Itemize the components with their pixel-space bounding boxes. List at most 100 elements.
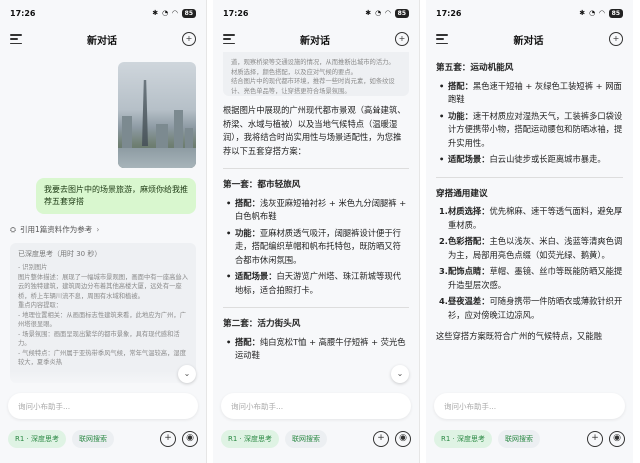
new-chat-icon[interactable]: + <box>609 32 623 46</box>
divider <box>436 176 623 178</box>
list-item: 功能：亚麻材质透气吸汗，阔腿裤设计便于行走，搭配编织草帽和帆布托特包，既防晒又符… <box>223 227 409 268</box>
wifi-icon: ◠ <box>172 9 178 17</box>
status-bar: 17:26 ✱ ◔ ◠ 85 <box>213 0 419 26</box>
status-icons: ✱ ◔ ◠ 85 <box>365 8 409 18</box>
divider <box>223 307 409 308</box>
status-time: 17:26 <box>10 8 36 18</box>
chat-input-placeholder: 询问小布助手... <box>231 401 284 411</box>
set5-list: 搭配：黑色速干短袖 + 灰绿色工装短裤 + 网面跑鞋 功能：速干材质应对湿热天气… <box>436 80 623 167</box>
chevron-right-icon: › <box>96 225 100 234</box>
thinking-text: 道，观察桥梁等交通设施的情况，从而推断出城市的活力。 材质选择，颜色搭配，以及应… <box>231 59 395 95</box>
status-bar: 17:26 ✱ ◔ ◠ 85 <box>426 0 633 26</box>
alarm-icon: ◔ <box>162 9 169 17</box>
response: 根据图片中展现的广州现代都市景观（高耸建筑、桥梁、水域与植被）以及当地气候特点（… <box>223 104 409 363</box>
page-title: 新对话 <box>87 35 117 47</box>
list-item: 功能：速干材质应对湿热天气，工装裤多口袋设计方便携带小物，搭配运动腰包和防晒冰袖… <box>436 110 623 151</box>
top-bar: 新对话 + <box>426 26 633 52</box>
tool-row: R1 · 深度思考 联网搜索 + ◉ <box>434 429 625 449</box>
deep-think-chip[interactable]: R1 · 深度思考 <box>221 430 279 448</box>
tool-row: R1 · 深度思考 联网搜索 + ◉ <box>8 429 198 449</box>
chevron-down-icon[interactable]: ⌄ <box>391 365 409 383</box>
chat-content[interactable]: 我要去图片中的场景旅游，麻烦你给我推荐五套穿搭 ⛭ 引用1篇资料作为参考 › 已… <box>0 52 206 389</box>
web-search-chip[interactable]: 联网搜索 <box>285 430 327 448</box>
deep-think-chip[interactable]: R1 · 深度思考 <box>434 430 492 448</box>
divider <box>223 168 409 169</box>
tool-row: R1 · 深度思考 联网搜索 + ◉ <box>221 429 411 449</box>
top-bar: 新对话 + <box>0 26 206 52</box>
chat-input-placeholder: 询问小布助手... <box>18 401 71 411</box>
voice-icon[interactable]: ◉ <box>182 431 198 447</box>
status-icons: ✱ ◔ ◠ 85 <box>152 8 196 18</box>
reference-line[interactable]: ⛭ 引用1篇资料作为参考 › <box>10 224 196 235</box>
list-item: 色彩搭配：主色以浅灰、米白、浅蓝等清爽色调为主，局部用亮色点缀（如荧光绿、鹅黄）… <box>436 235 623 262</box>
voice-icon[interactable]: ◉ <box>609 431 625 447</box>
wifi-icon: ◠ <box>599 9 605 17</box>
list-item: 配饰点睛：草帽、墨镜、丝巾等既能防晒又能提升造型层次感。 <box>436 265 623 292</box>
new-chat-icon[interactable]: + <box>395 32 409 46</box>
alarm-icon: ◔ <box>589 9 596 17</box>
thinking-box[interactable]: 道，观察桥梁等交通设施的情况，从而推断出城市的活力。 材质选择，颜色搭配，以及应… <box>223 52 409 96</box>
list-item: 搭配：纯白宽松T恤 + 高腰牛仔短裤 + 荧光色运动鞋 <box>223 336 409 363</box>
page-title: 新对话 <box>513 35 544 47</box>
battery-icon: 85 <box>394 8 409 18</box>
web-search-chip[interactable]: 联网搜索 <box>72 430 114 448</box>
response: 第五套：运动机能风 搭配：黑色速干短袖 + 灰绿色工装短裤 + 网面跑鞋 功能：… <box>436 62 623 344</box>
list-item: 适配场景：白云山徒步或长距离城市暴走。 <box>436 153 623 167</box>
tips-list: 材质选择：优先棉麻、速干等透气面料，避免厚重材质。 色彩搭配：主色以浅灰、米白、… <box>436 205 623 322</box>
chat-content[interactable]: 第五套：运动机能风 搭配：黑色速干短袖 + 灰绿色工装短裤 + 网面跑鞋 功能：… <box>426 52 633 389</box>
thinking-text: - 识别图片 图片整体描述：展现了一幅城市景观图，画面中有一座高耸入云的独特建筑… <box>18 264 189 366</box>
chat-content[interactable]: 道，观察桥梁等交通设施的情况，从而推断出城市的活力。 材质选择，颜色搭配，以及应… <box>213 52 419 389</box>
list-item: 适配场景：白天游览广州塔、珠江新城等现代地标，适合拍照打卡。 <box>223 270 409 297</box>
reference-text: 引用1篇资料作为参考 <box>20 225 93 234</box>
status-bar: 17:26 ✱ ◔ ◠ 85 <box>0 0 206 26</box>
reference-icon: ⛭ <box>10 224 16 234</box>
alarm-icon: ◔ <box>375 9 382 17</box>
chat-input[interactable]: 询问小布助手... <box>8 393 198 419</box>
list-item: 搭配：浅灰亚麻短袖衬衫 + 米色九分阔腿裤 + 白色帆布鞋 <box>223 197 409 224</box>
tips-title: 穿搭通用建议 <box>436 188 488 199</box>
plus-icon[interactable]: + <box>160 431 176 447</box>
phone-screen-1: 17:26 ✱ ◔ ◠ 85 新对话 + 我要去图片中的场景旅游，麻烦你给我推荐… <box>0 0 207 463</box>
battery-icon: 85 <box>608 8 623 18</box>
status-time: 17:26 <box>223 8 249 18</box>
page-title: 新对话 <box>300 35 330 47</box>
chat-input[interactable]: 询问小布助手... <box>221 393 411 419</box>
set1-list: 搭配：浅灰亚麻短袖衬衫 + 米色九分阔腿裤 + 白色帆布鞋 功能：亚麻材质透气吸… <box>223 197 409 298</box>
status-time: 17:26 <box>436 8 462 18</box>
plus-icon[interactable]: + <box>587 431 603 447</box>
response-outro: 这些穿搭方案既符合广州的气候特点，又能融 <box>436 331 602 341</box>
thinking-header: 已深度思考（用时 30 秒） <box>18 250 102 258</box>
voice-icon[interactable]: ◉ <box>395 431 411 447</box>
set5-title: 第五套：运动机能风 <box>436 63 514 73</box>
menu-icon[interactable] <box>10 34 22 44</box>
list-item: 搭配：黑色速干短袖 + 灰绿色工装短裤 + 网面跑鞋 <box>436 80 623 107</box>
status-icons: ✱ ◔ ◠ 85 <box>579 8 623 18</box>
plus-icon[interactable]: + <box>373 431 389 447</box>
user-message: 我要去图片中的场景旅游，麻烦你给我推荐五套穿搭 <box>36 178 196 214</box>
list-item: 材质选择：优先棉麻、速干等透气面料，避免厚重材质。 <box>436 205 623 232</box>
thinking-box[interactable]: 已深度思考（用时 30 秒） - 识别图片 图片整体描述：展现了一幅城市景观图，… <box>10 243 196 383</box>
bluetooth-icon: ✱ <box>152 9 159 17</box>
chat-input-placeholder: 询问小布助手... <box>444 401 497 411</box>
web-search-chip[interactable]: 联网搜索 <box>498 430 540 448</box>
deep-think-chip[interactable]: R1 · 深度思考 <box>8 430 66 448</box>
wifi-icon: ◠ <box>385 9 391 17</box>
top-bar: 新对话 + <box>213 26 419 52</box>
bluetooth-icon: ✱ <box>365 9 372 17</box>
list-item: 昼夜温差：可随身携带一件防晒衣或薄款针织开衫，应对傍晚江边凉风。 <box>436 295 623 322</box>
response-intro: 根据图片中展现的广州现代都市景观（高耸建筑、桥梁、水域与植被）以及当地气候特点（… <box>223 105 406 156</box>
set1-title: 第一套：都市轻旅风 <box>223 180 301 190</box>
uploaded-photo[interactable] <box>118 62 196 168</box>
new-chat-icon[interactable]: + <box>182 32 196 46</box>
phone-screen-2: 17:26 ✱ ◔ ◠ 85 新对话 + 道，观察桥梁等交通设施的情况，从而推断… <box>213 0 420 463</box>
chevron-down-icon[interactable]: ⌄ <box>178 365 196 383</box>
chat-input[interactable]: 询问小布助手... <box>434 393 625 419</box>
bluetooth-icon: ✱ <box>579 9 586 17</box>
set2-list: 搭配：纯白宽松T恤 + 高腰牛仔短裤 + 荧光色运动鞋 <box>223 336 409 363</box>
menu-icon[interactable] <box>436 34 448 44</box>
canton-tower-shape <box>142 80 148 146</box>
phone-screen-3: 17:26 ✱ ◔ ◠ 85 新对话 + 第五套：运动机能风 搭配：黑色速干短袖… <box>426 0 633 463</box>
battery-icon: 85 <box>181 8 196 18</box>
set2-title: 第二套：活力街头风 <box>223 319 301 329</box>
menu-icon[interactable] <box>223 34 235 44</box>
